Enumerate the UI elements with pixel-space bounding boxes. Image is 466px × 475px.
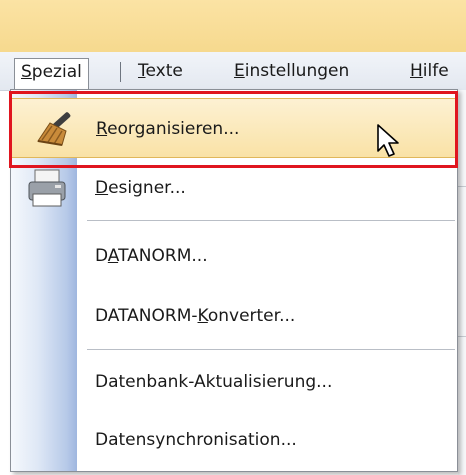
label-prefix: Datensynchronisation... <box>95 430 297 450</box>
menu-label-accesskey: H <box>410 61 423 81</box>
menu-item-datenbank-aktualisierung[interactable]: Datenbank-Aktualisierung... <box>11 352 457 412</box>
menu-label-rest: pezial <box>31 62 82 82</box>
label-accesskey: D <box>95 178 109 198</box>
window-titlebar <box>0 0 466 52</box>
menu-texte[interactable]: Texte <box>132 58 189 84</box>
menu-item-label: Datensynchronisation... <box>95 410 297 470</box>
mouse-pointer-icon <box>376 123 402 163</box>
menu-label-rest: exte <box>145 61 183 81</box>
menu-hilfe[interactable]: Hilfe <box>404 58 455 84</box>
label-rest: onverter... <box>207 306 296 326</box>
label-prefix: DATANORM- <box>95 306 198 326</box>
label-prefix: D <box>95 246 108 266</box>
label-accesskey: K <box>197 306 208 326</box>
menu-label-accesskey: E <box>234 61 245 81</box>
background-window <box>458 90 466 475</box>
menu-bar: Spezial Texte Einstellungen Hilfe <box>0 52 466 91</box>
menu-separator <box>87 349 455 350</box>
menu-separator <box>87 220 455 221</box>
menu-label-rest: instellungen <box>244 61 350 81</box>
menu-item-label: DATANORM-Konverter... <box>95 286 295 346</box>
menu-label-accesskey: T <box>138 61 146 81</box>
menu-einstellungen[interactable]: Einstellungen <box>228 58 355 84</box>
menu-item-datensynchronisation[interactable]: Datensynchronisation... <box>11 410 457 470</box>
background-divider <box>458 336 466 337</box>
menu-item-label: DATANORM... <box>95 226 208 286</box>
menu-spezial[interactable]: Spezial <box>14 58 89 90</box>
menu-separator <box>120 62 121 82</box>
menu-item-datanorm[interactable]: DATANORM... <box>11 226 457 286</box>
label-prefix: Datenbank-Aktualisierung... <box>95 372 333 392</box>
label-rest: esigner... <box>108 178 186 198</box>
menu-item-datanorm-konverter[interactable]: DATANORM-Konverter... <box>11 286 457 346</box>
label-accesskey: A <box>107 246 119 266</box>
menu-label-rest: ilfe <box>422 61 449 81</box>
menu-label-accesskey: S <box>21 62 32 82</box>
background-divider <box>458 186 466 187</box>
label-rest: TANORM... <box>118 246 208 266</box>
menu-item-label: Datenbank-Aktualisierung... <box>95 352 332 412</box>
printer-icon <box>25 168 69 214</box>
